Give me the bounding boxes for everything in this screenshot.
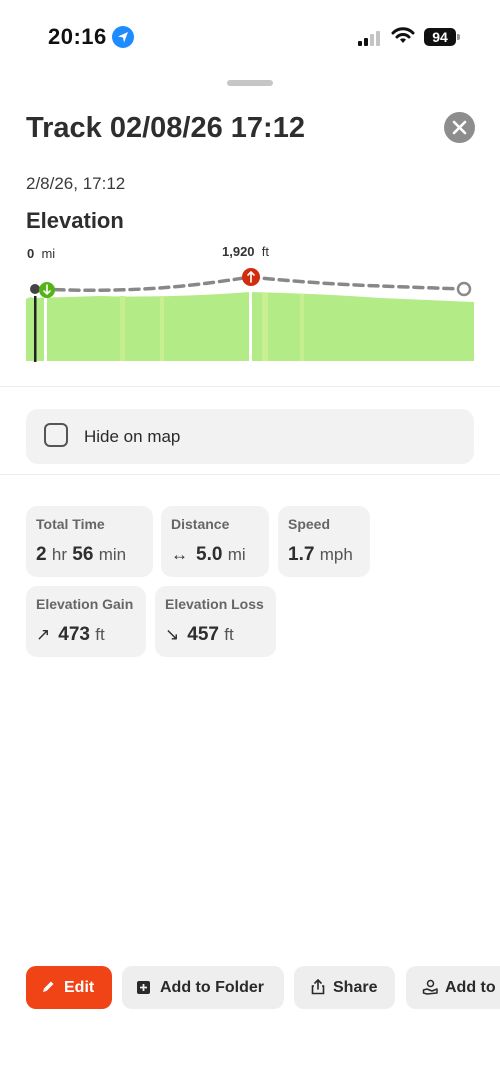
add-to-folder-button[interactable]: Add to Folder — [122, 966, 284, 1009]
folder-plus-icon — [137, 981, 150, 994]
divider — [0, 386, 500, 387]
profile-band — [262, 293, 268, 361]
stat-total-time: Total Time 2 hr 56 min — [26, 506, 153, 577]
hide-on-map-label: Hide on map — [84, 427, 181, 446]
add-to-button-label: Add to — [445, 979, 496, 996]
battery-indicator: 94 — [424, 28, 460, 46]
wifi-icon — [391, 27, 415, 50]
divider — [0, 474, 500, 475]
peak-marker-line — [249, 290, 252, 361]
stat-label: Elevation Gain — [36, 596, 134, 612]
sheet-grabber-handle[interactable] — [227, 80, 273, 86]
stat-label: Speed — [288, 516, 331, 532]
hand-add-icon — [422, 979, 438, 995]
horizontal-arrows-icon: ↔ — [171, 545, 188, 564]
stat-label: Total Time — [36, 516, 105, 532]
edit-button-label: Edit — [64, 979, 95, 996]
status-time: 20:16 — [48, 24, 107, 49]
arrow-down-right-icon: ↘ — [165, 625, 180, 644]
location-arrow-icon — [112, 26, 134, 48]
add-to-folder-label: Add to Folder — [160, 979, 264, 996]
track-date: 2/8/26, 17:12 — [26, 174, 126, 193]
pencil-icon — [43, 981, 54, 992]
end-marker — [456, 281, 472, 297]
share-button[interactable]: Share — [294, 966, 395, 1009]
share-icon — [311, 979, 325, 995]
hide-on-map-checkbox[interactable] — [44, 423, 68, 447]
stat-label: Distance — [171, 516, 230, 532]
edit-button[interactable]: Edit — [26, 966, 112, 1009]
status-bar: 20:16 94 — [0, 0, 500, 60]
share-button-label: Share — [333, 979, 378, 996]
close-icon — [452, 120, 467, 135]
elevation-heading: Elevation — [26, 208, 124, 233]
close-button[interactable] — [444, 112, 475, 143]
track-title: Track 02/08/26 17:12 — [26, 112, 305, 144]
hide-on-map-row[interactable]: Hide on map — [26, 409, 474, 464]
stat-label: Elevation Loss — [165, 596, 264, 612]
stat-value: 1.7 mph — [288, 544, 353, 565]
profile-band — [120, 296, 125, 361]
cellular-signal-icon — [358, 30, 384, 46]
profile-band — [300, 294, 304, 361]
stat-speed: Speed 1.7 mph — [278, 506, 370, 577]
stat-value: ↘ 457 ft — [165, 624, 234, 645]
stat-value: ↗ 473 ft — [36, 624, 105, 645]
stat-value: 2 hr 56 min — [36, 544, 127, 565]
stat-distance: Distance ↔ 5.0 mi — [161, 506, 269, 577]
stat-elevation-gain: Elevation Gain ↗ 473 ft — [26, 586, 146, 657]
elevation-profile-chart[interactable] — [0, 240, 500, 370]
profile-band — [160, 296, 164, 361]
start-marker-line — [44, 298, 47, 361]
add-to-button[interactable]: Add to — [406, 966, 500, 1009]
stat-value: ↔ 5.0 mi — [171, 544, 246, 565]
arrow-up-right-icon: ↗ — [36, 625, 51, 644]
stat-elevation-loss: Elevation Loss ↘ 457 ft — [155, 586, 276, 657]
